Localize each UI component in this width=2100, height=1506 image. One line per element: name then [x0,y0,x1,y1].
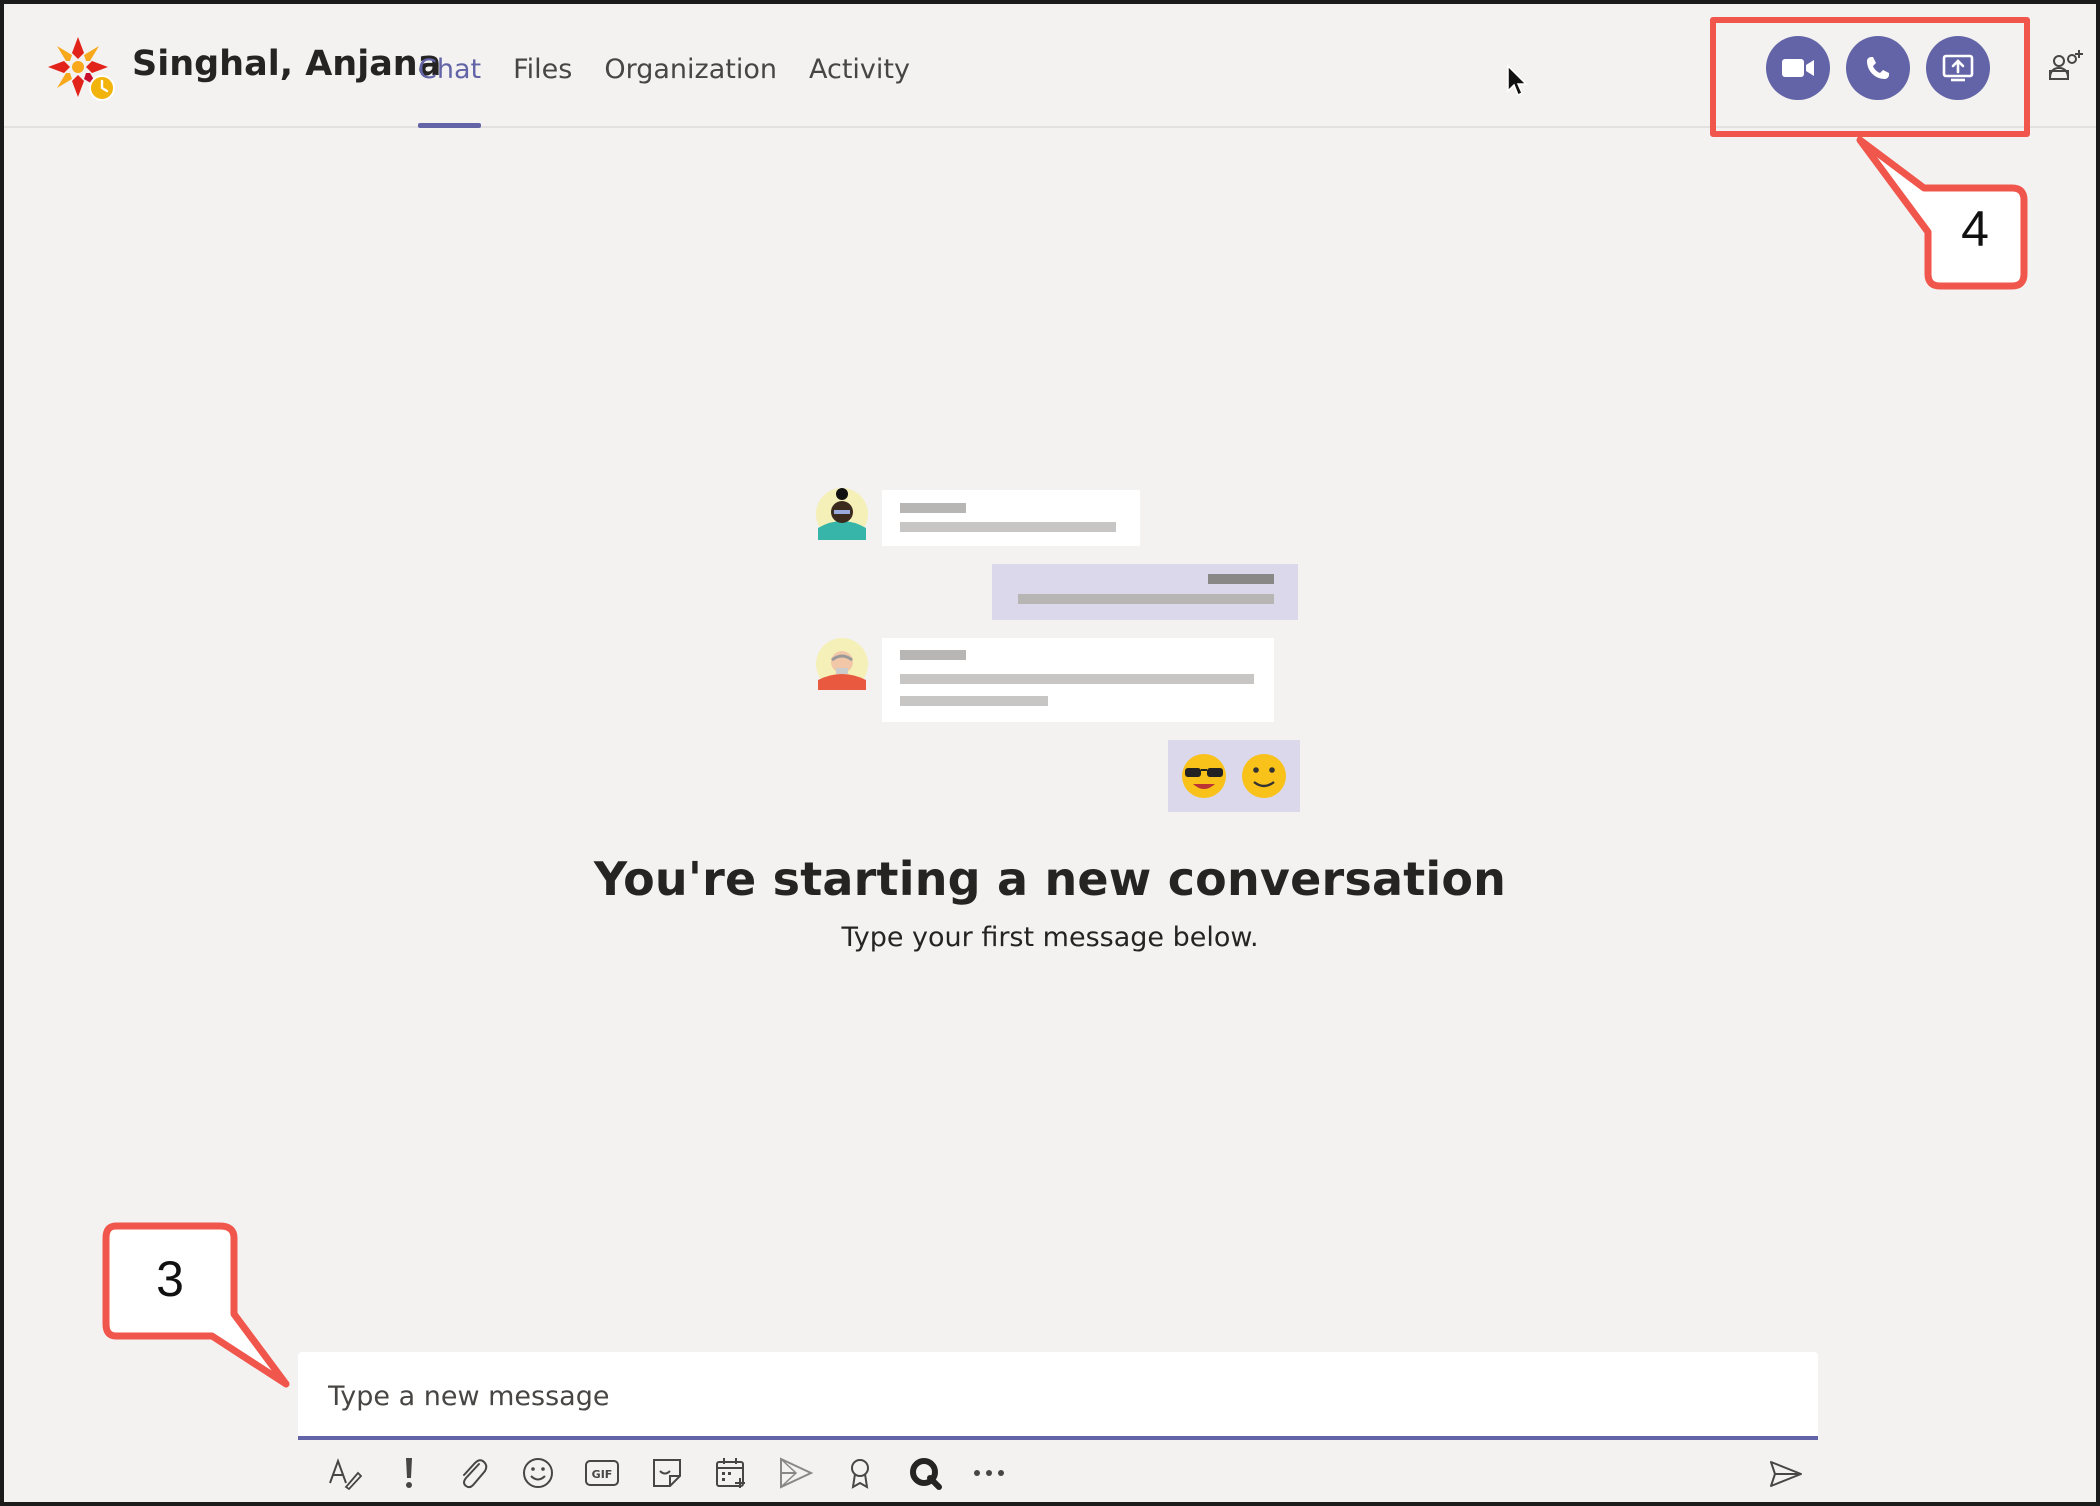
sticker-icon [652,1459,681,1487]
important-button[interactable] [387,1448,431,1498]
annotation-highlight-box [1710,17,2030,137]
app-window: Singhal, Anjana Chat Files Organization … [0,0,2100,1506]
more-options-button[interactable] [967,1448,1011,1498]
paperclip-icon [463,1459,488,1489]
send-button[interactable] [1766,1454,1806,1494]
format-button[interactable] [322,1448,366,1498]
send-icon [1770,1461,1802,1487]
stream-button[interactable] [774,1448,818,1498]
chat-title: Singhal, Anjana [132,44,442,84]
app-q-icon [909,1458,942,1490]
stream-icon [779,1457,813,1489]
app-q-button[interactable] [903,1448,947,1498]
gif-button[interactable]: GIF [580,1448,624,1498]
calendar-icon [716,1458,745,1488]
annotation-number-3: 3 [156,1251,184,1307]
add-people-icon[interactable] [2046,46,2086,86]
praise-icon [851,1459,869,1489]
tab-activity[interactable]: Activity [809,4,910,128]
smile-emoji-icon [1242,754,1286,798]
avatar-man [816,638,868,690]
compose-box[interactable] [298,1352,1818,1440]
tab-chat[interactable]: Chat [418,4,482,128]
tab-organization[interactable]: Organization [604,4,777,128]
sunglasses-emoji-icon [1182,754,1226,798]
exclamation-icon [405,1458,412,1488]
compose-toolbar: GIF [322,1448,1032,1498]
sticker-button[interactable] [645,1448,689,1498]
mouse-cursor-icon [1507,64,1528,97]
emoji-icon [522,1458,553,1488]
avatar-woman [816,488,868,540]
emoji-button[interactable] [516,1448,560,1498]
attach-button[interactable] [451,1448,495,1498]
empty-state-title: You're starting a new conversation [593,852,1507,906]
app-logo-icon [48,37,115,101]
praise-button[interactable] [838,1448,882,1498]
tab-files[interactable]: Files [513,4,572,128]
more-icon [974,1470,1004,1476]
format-icon [329,1458,362,1491]
message-input[interactable] [328,1376,1778,1416]
annotation-number-4: 4 [1961,201,1989,257]
gif-icon: GIF [585,1460,619,1486]
svg-text:GIF: GIF [592,1468,613,1481]
conversation-illustration [816,488,1300,812]
empty-state-subtitle: Type your first message below. [841,922,1259,953]
schedule-meeting-button[interactable] [709,1448,753,1498]
tab-bar: Chat Files Organization Activity [418,4,942,128]
